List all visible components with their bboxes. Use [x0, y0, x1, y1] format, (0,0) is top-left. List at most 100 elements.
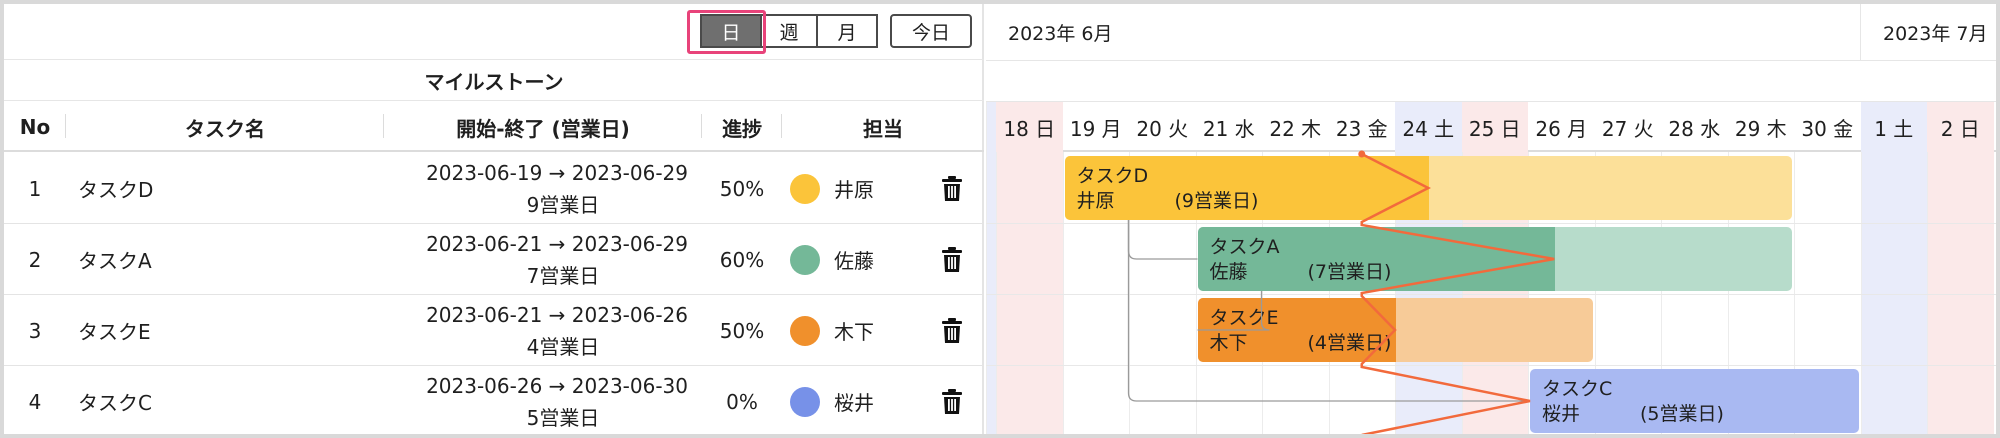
task-name[interactable]: タスクE	[78, 295, 378, 366]
bar-task-name: タスクE	[1209, 307, 1279, 329]
day-header: 20 火	[1136, 116, 1189, 141]
task-name[interactable]: タスクA	[78, 224, 378, 295]
col-header-assignee[interactable]: 担当	[782, 102, 984, 152]
task-progress: 50%	[719, 318, 765, 343]
bar-workdays: (4営業日)	[1307, 332, 1392, 354]
task-progress: 0%	[726, 389, 758, 414]
task-bar[interactable]: タスクD 井原 (9営業日)	[1064, 156, 1792, 220]
task-workdays: 5営業日	[526, 405, 600, 430]
task-no: 1	[28, 176, 42, 201]
task-assignee: 桜井	[790, 366, 930, 434]
task-progress: 50%	[719, 176, 765, 201]
day-header: 1 土	[1860, 102, 1927, 152]
task-table-panel: 日 週 月 今日 マイルストーン No タスク名 開始-終了 (営業日) 進捗 …	[4, 4, 984, 434]
assignee-avatar	[790, 386, 820, 417]
task-bar[interactable]: タスクE 木下 (4営業日)	[1197, 298, 1593, 362]
day-header: 2 日	[1927, 102, 1994, 152]
assignee-name: 井原	[834, 178, 874, 202]
task-period: 2023-06-19 → 2023-06-29 9営業日	[384, 153, 688, 224]
task-period: 2023-06-26 → 2023-06-30 5営業日	[384, 366, 688, 434]
gantt-row-line	[986, 365, 1996, 366]
day-header: 22 木	[1269, 116, 1322, 141]
task-bar[interactable]: タスクC 桜井 (5営業日)	[1530, 369, 1859, 433]
delete-button[interactable]	[938, 153, 966, 224]
task-bar[interactable]: タスクA 佐藤 (7営業日)	[1197, 227, 1792, 291]
day-header: 30 金	[1801, 116, 1854, 141]
gantt-row-line	[986, 294, 1996, 295]
bar-task-name: タスクA	[1209, 236, 1280, 258]
assignee-name: 佐藤	[834, 249, 874, 273]
day-header: 24 土	[1395, 102, 1462, 152]
assignee-name: 木下	[834, 320, 874, 344]
task-progress: 60%	[719, 247, 765, 272]
day-header: 18 日	[996, 102, 1063, 152]
col-header-task-name[interactable]: タスク名	[66, 102, 384, 152]
day-header: 28 水	[1668, 116, 1721, 141]
task-no: 2	[28, 247, 42, 272]
day-header: 19 月	[1069, 116, 1122, 141]
task-bar-label: タスクA 佐藤 (7営業日)	[1210, 235, 1392, 285]
trash-icon	[942, 246, 962, 272]
toolbar: 日 週 月 今日	[4, 4, 984, 60]
bar-workdays: (7営業日)	[1307, 261, 1392, 283]
today-button[interactable]: 今日	[890, 14, 972, 48]
task-bar-label: タスクC 桜井 (5営業日)	[1542, 377, 1724, 427]
task-assignee: 木下	[790, 295, 930, 366]
bar-assignee: 桜井	[1542, 403, 1581, 425]
day-header: 23 金	[1335, 116, 1388, 141]
day-header: 25 日	[1461, 102, 1528, 152]
task-date-range: 2023-06-21 → 2023-06-26	[426, 302, 688, 327]
task-workdays: 7営業日	[526, 263, 600, 288]
col-header-no[interactable]: No	[4, 102, 66, 152]
task-row[interactable]: 2 タスクA 2023-06-21 → 2023-06-29 7営業日 60% …	[4, 224, 984, 295]
task-row[interactable]: 1 タスクD 2023-06-19 → 2023-06-29 9営業日 50% …	[4, 153, 984, 224]
task-row[interactable]: 4 タスクC 2023-06-26 → 2023-06-30 5営業日 0% 桜…	[4, 366, 984, 434]
month-label-june: 2023年 6月	[986, 4, 1861, 61]
assignee-avatar	[790, 173, 820, 204]
day-header-row: 18 日 19 月 20 火 21 水 22 木 23 金 24 土 25 日 26 月 27 火…	[986, 102, 1996, 152]
view-month-button[interactable]: 月	[818, 14, 878, 48]
day-column	[996, 152, 1063, 434]
day-header: 21 水	[1202, 116, 1255, 141]
task-period: 2023-06-21 → 2023-06-26 4営業日	[384, 295, 688, 366]
task-assignee: 井原	[790, 153, 930, 224]
view-week-button[interactable]: 週	[762, 14, 818, 48]
bar-task-name: タスクD	[1076, 165, 1149, 187]
day-header: 29 木	[1734, 116, 1787, 141]
col-header-period[interactable]: 開始-終了 (営業日)	[384, 102, 702, 152]
assignee-name: 桜井	[834, 391, 874, 415]
task-assignee: 佐藤	[790, 224, 930, 295]
trash-icon	[942, 317, 962, 343]
task-row[interactable]: 3 タスクE 2023-06-21 → 2023-06-26 4営業日 50% …	[4, 295, 984, 366]
task-name[interactable]: タスクC	[78, 366, 378, 434]
task-no: 3	[28, 318, 42, 343]
bar-workdays: (5営業日)	[1640, 403, 1724, 425]
gantt-row-line	[986, 223, 1996, 224]
bar-workdays: (9営業日)	[1174, 190, 1259, 212]
day-column	[1927, 152, 1994, 434]
delete-button[interactable]	[938, 366, 966, 434]
task-date-range: 2023-06-19 → 2023-06-29	[426, 160, 688, 185]
delete-button[interactable]	[938, 295, 966, 366]
trash-icon	[942, 388, 962, 414]
day-header: 26 月	[1535, 116, 1588, 141]
task-date-range: 2023-06-26 → 2023-06-30	[426, 373, 688, 398]
bar-task-name: タスクC	[1542, 378, 1613, 400]
task-name[interactable]: タスクD	[78, 153, 378, 224]
table-header: No タスク名 開始-終了 (営業日) 進捗 担当	[4, 102, 984, 152]
month-label-july: 2023年 7月	[1861, 4, 1996, 61]
task-bar-label: タスクE 木下 (4営業日)	[1210, 306, 1392, 356]
task-workdays: 9営業日	[526, 192, 600, 217]
gantt-milestone-row	[986, 61, 1996, 102]
day-header: 27 火	[1601, 116, 1654, 141]
task-period: 2023-06-21 → 2023-06-29 7営業日	[384, 224, 688, 295]
bar-assignee: 佐藤	[1209, 261, 1248, 283]
col-header-progress[interactable]: 進捗	[702, 102, 782, 152]
task-date-range: 2023-06-21 → 2023-06-29	[426, 231, 688, 256]
assignee-avatar	[790, 244, 820, 275]
task-no: 4	[28, 389, 42, 414]
selection-highlight	[687, 10, 766, 54]
task-workdays: 4営業日	[526, 334, 600, 359]
gantt-app: 日 週 月 今日 マイルストーン No タスク名 開始-終了 (営業日) 進捗 …	[4, 4, 1996, 434]
delete-button[interactable]	[938, 224, 966, 295]
